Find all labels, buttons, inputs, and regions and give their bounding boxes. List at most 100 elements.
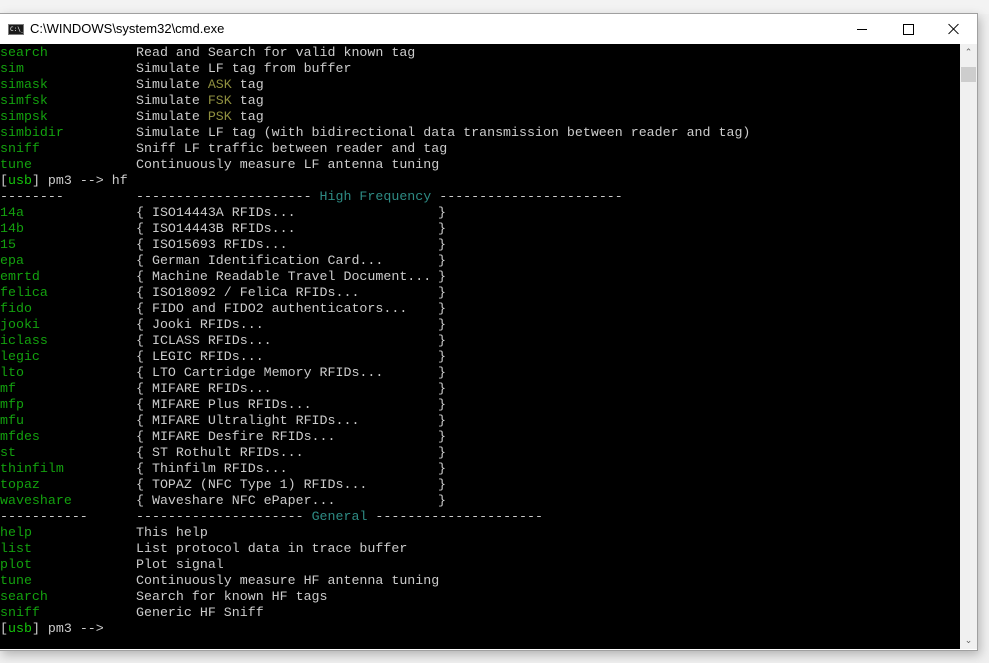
command-name: sniff [0,141,40,156]
command-name: iclass [0,333,48,348]
command-name: simbidir [0,125,64,140]
header-dashes-right: ----------------------- [431,189,623,204]
command-description: Generic HF Sniff [136,605,264,620]
command-description: { ISO15693 RFIDs... [136,237,288,252]
console-lines: search Read and Search for valid known ta… [0,45,960,637]
command-description: Continuously measure LF antenna tuning [136,157,440,172]
general-header: ----------- --------------------- General… [0,509,960,525]
general-command-row: plot Plot signal [0,557,960,573]
hf-command-row: mfdes { MIFARE Desfire RFIDs...} [0,429,960,445]
command-name: tune [0,157,32,172]
title-bar[interactable]: C:\_ C:\WINDOWS\system32\cmd.exe [0,14,977,44]
hf-command-row: lto { LTO Cartridge Memory RFIDs...} [0,365,960,381]
closing-brace: } [438,429,446,444]
general-command-row: list List protocol data in trace buffer [0,541,960,557]
minimize-button[interactable] [839,14,885,44]
command-name: mfdes [0,429,40,444]
hf-command-row: felica { ISO18092 / FeliCa RFIDs...} [0,285,960,301]
header-left-dashes: -------- [0,189,64,204]
command-name: sniff [0,605,40,620]
vertical-scrollbar[interactable]: ⌃ ⌄ [960,44,977,649]
command-name: help [0,525,32,540]
desktop-background [0,0,989,14]
command-description: { Machine Readable Travel Document... [136,269,432,284]
lf-command-row: simfsk Simulate FSK tag [0,93,960,109]
closing-brace: } [438,365,446,380]
modulation-highlight: ASK [207,77,232,92]
hf-command-row: legic { LEGIC RFIDs...} [0,349,960,365]
closing-brace: } [438,333,446,348]
maximize-icon [902,23,914,35]
command-name: waveshare [0,493,72,508]
prompt-text: ] pm3 --> [31,173,112,188]
command-prompt: [usb] pm3 --> hf [0,173,960,189]
general-command-row: sniff Generic HF Sniff [0,605,960,621]
description-text: tag [231,93,264,108]
command-description: { Jooki RFIDs... [136,317,264,332]
hf-command-row: thinfilm { Thinfilm RFIDs...} [0,461,960,477]
scroll-down-arrow-icon[interactable]: ⌄ [960,632,977,649]
command-name: simpsk [0,109,48,124]
closing-brace: } [438,205,446,220]
lf-command-row: sim Simulate LF tag from buffer [0,61,960,77]
console-output[interactable]: search Read and Search for valid known ta… [0,44,960,649]
maximize-button[interactable] [885,14,931,44]
header-dashes-right: --------------------- [367,509,543,524]
hf-command-row: fido { FIDO and FIDO2 authenticators...} [0,301,960,317]
command-description: Simulate ASK tag [136,77,264,93]
closing-brace: } [438,413,446,428]
command-description: { FIDO and FIDO2 authenticators... [136,301,408,316]
command-description: Search for known HF tags [136,589,328,604]
command-description: Continuously measure HF antenna tuning [136,573,440,588]
command-name: mfu [0,413,24,428]
hf-command-row: mfp { MIFARE Plus RFIDs...} [0,397,960,413]
hf-command-row: topaz { TOPAZ (NFC Type 1) RFIDs...} [0,477,960,493]
lf-command-row: search Read and Search for valid known ta… [0,45,960,61]
command-description: { MIFARE Plus RFIDs... [136,397,312,412]
cmd-window: C:\_ C:\WINDOWS\system32\cmd.exe search R… [0,13,978,651]
hf-command-row: mf { MIFARE RFIDs...} [0,381,960,397]
general-command-row: search Search for known HF tags [0,589,960,605]
command-name: emrtd [0,269,40,284]
command-name: sim [0,61,24,76]
closing-brace: } [438,221,446,236]
hf-command-row: st { ST Rothult RFIDs...} [0,445,960,461]
prompt-connection: usb [7,173,32,188]
command-description: Simulate PSK tag [136,109,264,125]
closing-brace: } [438,349,446,364]
scroll-up-arrow-icon[interactable]: ⌃ [960,44,977,61]
prompt-bracket-open: [ [0,621,8,636]
minimize-icon [857,28,867,30]
command-name: topaz [0,477,40,492]
description-text: Simulate [136,109,208,124]
command-description: { ST Rothult RFIDs... [136,445,304,460]
close-button[interactable] [931,14,977,44]
scroll-thumb[interactable] [961,67,976,82]
lf-command-row: simask Simulate ASK tag [0,77,960,93]
section-title: General [311,509,368,524]
closing-brace: } [438,381,446,396]
command-name: epa [0,253,24,268]
command-name: legic [0,349,40,364]
header-rule: ---------------------- High Frequency --… [136,189,623,205]
prompt-connection: usb [7,621,32,636]
high-frequency-header: -------- ---------------------- High Freq… [0,189,960,205]
command-description: { MIFARE RFIDs... [136,381,272,396]
description-text: Simulate [136,93,208,108]
closing-brace: } [438,397,446,412]
command-name: st [0,445,16,460]
command-name: jooki [0,317,40,332]
command-name: fido [0,301,32,316]
hf-command-row: 14a { ISO14443A RFIDs...} [0,205,960,221]
lf-command-row: simpsk Simulate PSK tag [0,109,960,125]
command-name: search [0,45,48,60]
section-title: High Frequency [319,189,432,204]
lf-command-row: simbidir Simulate LF tag (with bidirectio… [0,125,960,141]
command-description: { TOPAZ (NFC Type 1) RFIDs... [136,477,368,492]
command-description: Simulate LF tag from buffer [136,61,352,76]
prompt-input[interactable]: hf [112,173,128,188]
description-text: Simulate [136,77,208,92]
command-description: { ICLASS RFIDs... [136,333,272,348]
description-text: tag [231,77,264,92]
command-name: lto [0,365,24,380]
